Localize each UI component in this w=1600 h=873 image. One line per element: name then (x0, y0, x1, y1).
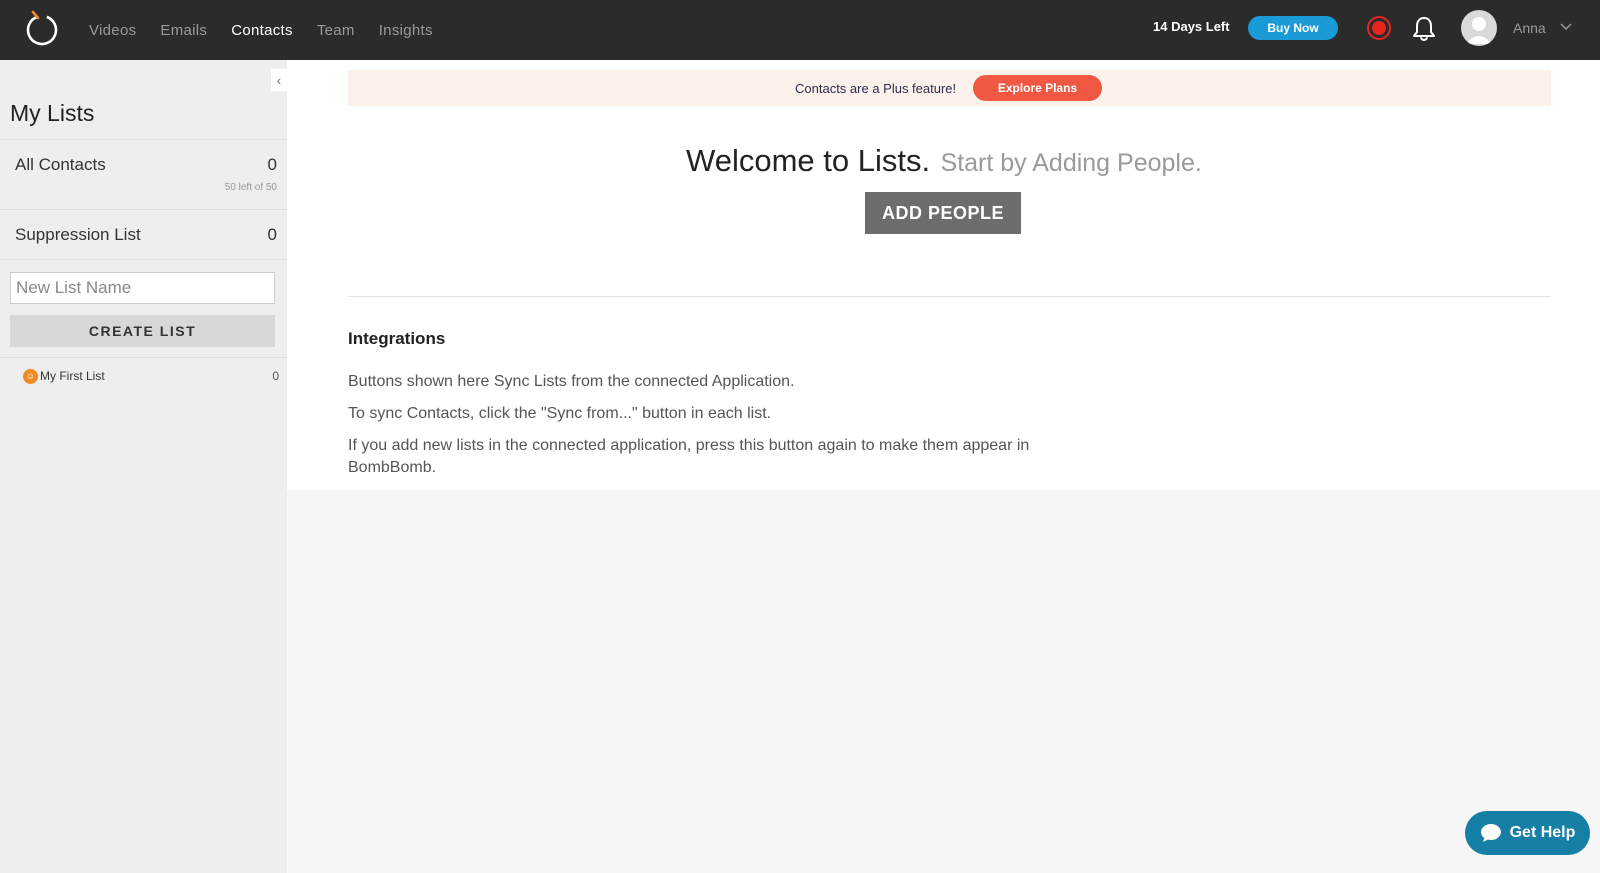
integrations-heading: Integrations (348, 329, 446, 348)
integrations-text: Buttons shown here Sync Lists from the c… (348, 373, 795, 390)
buy-now-button[interactable]: Buy Now (1248, 16, 1338, 40)
suppression-list-row[interactable]: Suppression List 0 (0, 210, 287, 259)
nav-insights[interactable]: Insights (379, 22, 433, 39)
avatar[interactable] (1461, 10, 1497, 46)
welcome-subtitle: Start by Adding People. (940, 149, 1202, 177)
integrations-text: If you add new lists in the connected ap… (348, 437, 1030, 454)
all-contacts-row[interactable]: All Contacts 0 50 left of 50 (0, 140, 287, 209)
sidebar-title: My Lists (10, 100, 95, 126)
suppression-list-label: Suppression List (15, 225, 141, 244)
nav-contacts[interactable]: Contacts (231, 22, 293, 39)
all-contacts-label: All Contacts (15, 155, 106, 174)
list-item-name: My First List (40, 369, 105, 383)
add-people-button[interactable]: ADD PEOPLE (865, 192, 1021, 234)
new-list-name-input[interactable] (10, 272, 275, 304)
logo-icon[interactable] (22, 8, 62, 48)
get-help-button[interactable]: Get Help (1465, 811, 1590, 855)
divider (348, 296, 1551, 297)
integrations-text: To sync Contacts, click the "Sync from..… (348, 405, 772, 422)
all-contacts-count: 0 (267, 155, 277, 174)
nav-videos[interactable]: Videos (89, 22, 136, 39)
welcome-title: Welcome to Lists. (686, 143, 931, 178)
explore-plans-button[interactable]: Explore Plans (973, 75, 1102, 101)
record-icon[interactable] (1367, 16, 1391, 40)
integrations-text: BombBomb. (348, 459, 437, 476)
promo-text: Contacts are a Plus feature! (795, 81, 957, 96)
nav-team[interactable]: Team (317, 22, 355, 39)
chevron-down-icon[interactable] (1560, 22, 1572, 32)
top-nav-bar: Videos Emails Contacts Team Insights 14 … (0, 0, 1600, 60)
collapse-sidebar-icon[interactable]: ‹ (271, 69, 287, 91)
contacts-quota: 50 left of 50 (224, 182, 277, 193)
chat-bubble-icon (1480, 824, 1501, 842)
list-item[interactable]: ☺ My First List 0 (23, 367, 279, 385)
main-content (287, 60, 1600, 490)
smiley-icon: ☺ (23, 368, 38, 384)
divider (0, 357, 287, 358)
user-name[interactable]: Anna (1513, 20, 1546, 36)
bell-icon[interactable] (1411, 15, 1437, 43)
welcome-heading: Welcome to Lists. Start by Adding People… (686, 143, 1202, 179)
list-item-count: 0 (272, 369, 279, 383)
suppression-list-count: 0 (267, 225, 277, 244)
create-list-button[interactable]: CREATE LIST (10, 315, 275, 347)
get-help-label: Get Help (1509, 824, 1576, 841)
nav-emails[interactable]: Emails (160, 22, 207, 39)
divider (0, 259, 287, 260)
main-nav: Videos Emails Contacts Team Insights (89, 0, 457, 60)
trial-days-left: 14 Days Left (1153, 19, 1230, 34)
